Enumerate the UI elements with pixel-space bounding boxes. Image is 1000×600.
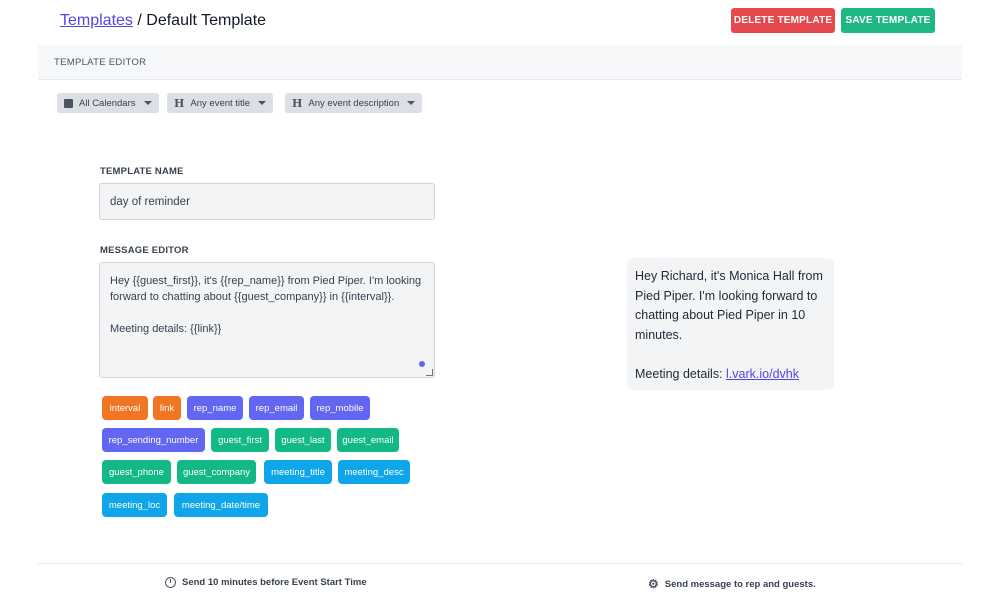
section-title: TEMPLATE EDITOR: [54, 57, 147, 68]
chevron-down-icon: [143, 101, 152, 105]
send-timing-text: Send 10 minutes before Event Start Time: [182, 577, 367, 588]
recipients-setting[interactable]: ⚙ Send message to rep and guests.: [648, 577, 816, 591]
template-name-label: TEMPLATE NAME: [100, 166, 184, 177]
breadcrumb-separator: /: [132, 12, 147, 29]
send-timing-setting[interactable]: Send 10 minutes before Event Start Time: [165, 577, 367, 588]
tag-meeting-loc[interactable]: meeting_loc: [102, 493, 167, 517]
tag-guest-company[interactable]: guest_company: [177, 460, 256, 484]
editor-status-dot: [419, 361, 425, 367]
page-title: Default Template: [146, 12, 267, 29]
tag-rep-email[interactable]: rep_email: [249, 396, 304, 420]
breadcrumb: Templates / Default Template: [60, 12, 266, 30]
chevron-down-icon: [407, 101, 416, 105]
message-editor-label: MESSAGE EDITOR: [100, 245, 189, 256]
tag-guest-last[interactable]: guest_last: [275, 428, 331, 452]
tag-meeting-desc[interactable]: meeting_desc: [338, 460, 410, 484]
clock-icon: [165, 577, 176, 588]
tag-meeting-title[interactable]: meeting_title: [264, 460, 332, 484]
event-title-filter-label: Any event title: [190, 97, 251, 109]
recipients-text: Send message to rep and guests.: [664, 578, 816, 590]
tag-guest-phone[interactable]: guest_phone: [102, 460, 171, 484]
event-description-filter-label: Any event description: [308, 97, 400, 109]
event-description-filter-dropdown[interactable]: H Any event description: [285, 93, 423, 113]
calendar-filter-label: All Calendars: [79, 97, 136, 109]
tag-rep-name[interactable]: rep_name: [187, 396, 243, 420]
preview-meeting-link[interactable]: l.vark.io/dvhk: [726, 367, 799, 381]
save-template-button[interactable]: SAVE TEMPLATE: [841, 8, 935, 33]
calendar-filter-dropdown[interactable]: All Calendars: [57, 93, 159, 113]
tag-guest-email[interactable]: guest_email: [337, 428, 399, 452]
tag-link[interactable]: link: [153, 396, 181, 420]
template-name-input[interactable]: [99, 183, 435, 220]
breadcrumb-templates-link[interactable]: Templates: [60, 12, 133, 29]
resize-handle[interactable]: [426, 369, 433, 376]
template-editor-section-bar: TEMPLATE EDITOR: [38, 45, 962, 80]
message-editor-textarea[interactable]: Hey {{guest_first}}, it's {{rep_name}} f…: [99, 262, 435, 378]
gear-icon: ⚙: [648, 577, 659, 591]
calendar-icon: [64, 98, 73, 108]
top-bar: Templates / Default Template DELETE TEMP…: [0, 0, 1000, 44]
heading-icon: H: [292, 96, 303, 110]
footer-divider: [38, 563, 962, 564]
message-preview-bubble: Hey Richard, it's Monica Hall from Pied …: [627, 258, 834, 390]
tag-rep-mobile[interactable]: rep_mobile: [310, 396, 370, 420]
event-title-filter-dropdown[interactable]: H Any event title: [167, 93, 274, 113]
chevron-down-icon: [258, 101, 267, 105]
heading-icon: H: [174, 96, 185, 110]
tag-meeting-date-time[interactable]: meeting_date/time: [174, 493, 268, 517]
preview-text: Hey Richard, it's Monica Hall from Pied …: [635, 269, 823, 381]
delete-template-button[interactable]: DELETE TEMPLATE: [731, 8, 835, 33]
tag-rep-sending-number[interactable]: rep_sending_number: [102, 428, 205, 452]
tag-guest-first[interactable]: guest_first: [211, 428, 269, 452]
tag-interval[interactable]: interval: [102, 396, 148, 420]
